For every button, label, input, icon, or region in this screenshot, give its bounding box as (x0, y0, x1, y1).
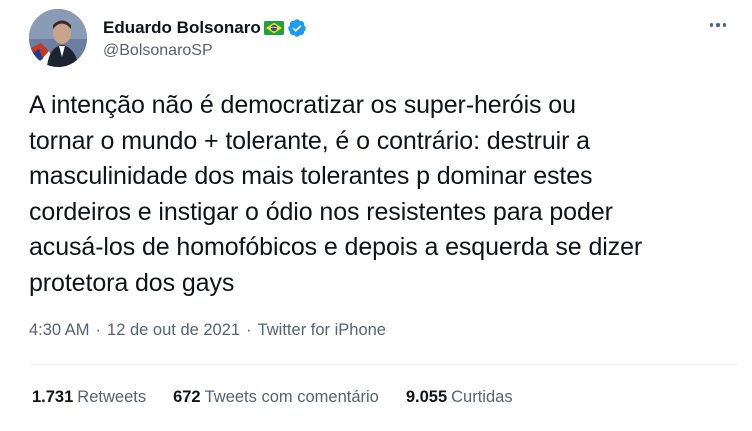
tweet-card: Eduardo Bolsonaro @BolsonaroSP A intençã… (0, 0, 752, 431)
tweet-text-line: cordeiros e instigar o ódio nos resisten… (29, 197, 613, 226)
avatar-image (29, 9, 87, 67)
tweet-metadata: 4:30 AM · 12 de out de 2021 · Twitter for iP… (29, 321, 386, 340)
more-dot-icon (722, 23, 727, 27)
divider (29, 364, 738, 365)
verified-badge-icon (287, 18, 307, 38)
meta-separator: · (246, 321, 252, 339)
quote-tweets-label: Tweets com comentário (204, 388, 379, 406)
retweets-count: 1.731 (32, 388, 74, 406)
author-handle[interactable]: @BolsonaroSP (103, 42, 213, 60)
quote-tweets-count: 672 (173, 388, 201, 406)
tweet-text-line: masculinidade dos mais tolerantes p domi… (29, 162, 593, 190)
tweet-text: A intenção não é democratizar os super-h… (29, 88, 744, 301)
avatar[interactable] (29, 9, 87, 67)
quote-tweets-stat[interactable]: 672 Tweets com comentário (173, 388, 379, 407)
author-name-row[interactable]: Eduardo Bolsonaro (103, 17, 307, 39)
tweet-text-line: A intenção não é democratizar os super-h… (29, 91, 576, 119)
brazil-flag-icon (263, 21, 284, 35)
likes-stat[interactable]: 9.055 Curtidas (406, 388, 513, 407)
more-dot-icon (709, 23, 714, 27)
tweet-stats: 1.731 Retweets 672 Tweets com comentário 9… (32, 388, 513, 407)
tweet-text-line: tornar o mundo + tolerante, é o contrári… (29, 126, 590, 155)
retweets-label: Retweets (77, 388, 147, 406)
retweets-stat[interactable]: 1.731 Retweets (32, 388, 146, 407)
more-options-button[interactable] (706, 13, 730, 37)
tweet-time[interactable]: 4:30 AM (29, 321, 90, 339)
meta-separator: · (95, 321, 102, 339)
tweet-date[interactable]: 12 de out de 2021 (107, 321, 240, 339)
author-display-name[interactable]: Eduardo Bolsonaro (103, 18, 261, 38)
tweet-text-line: protetora dos gays (29, 268, 235, 297)
tweet-text-line: acusá-los de homofóbicos e depois a esqu… (29, 233, 643, 261)
tweet-source-link[interactable]: Twitter for iPhone (258, 321, 386, 339)
likes-label: Curtidas (451, 388, 513, 406)
likes-count: 9.055 (405, 388, 448, 406)
more-dot-icon (716, 23, 720, 27)
